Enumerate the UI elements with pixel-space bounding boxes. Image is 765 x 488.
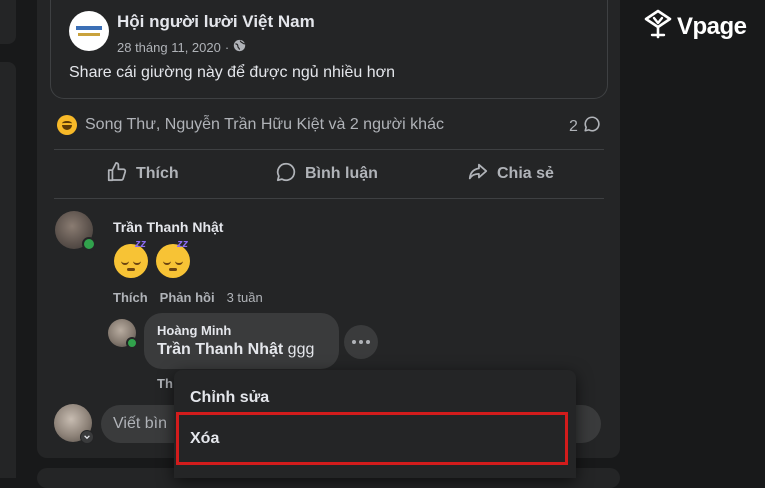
online-status-dot bbox=[82, 237, 96, 251]
sleepy-face-icon: zz bbox=[113, 238, 151, 278]
sleepy-face-icon: zz bbox=[155, 238, 193, 278]
edit-menu-item[interactable]: Chỉnh sửa bbox=[190, 389, 269, 407]
more-options-button[interactable] bbox=[344, 325, 378, 359]
shared-post-text: Share cái giường này để được ngủ nhiều h… bbox=[69, 64, 395, 81]
highlight-box bbox=[176, 412, 568, 465]
post-meta: 28 tháng 11, 2020 · bbox=[117, 39, 246, 55]
thumbs-up-icon bbox=[106, 161, 128, 188]
mention-link[interactable]: Trần Thanh Nhật bbox=[157, 341, 283, 358]
vpage-logo-icon bbox=[644, 9, 672, 44]
reply-actions-partial[interactable]: Th bbox=[157, 376, 173, 391]
comment-count-value: 2 bbox=[569, 117, 578, 135]
like-label: Thích bbox=[136, 165, 179, 182]
globe-icon bbox=[233, 39, 246, 55]
reactions-names[interactable]: Song Thư, Nguyễn Trần Hữu Kiệt và 2 ngườ… bbox=[85, 116, 444, 134]
divider bbox=[54, 149, 604, 150]
like-button[interactable]: Thích bbox=[106, 156, 179, 192]
online-status-dot bbox=[126, 337, 138, 349]
comment-actions: Thích Phản hồi 3 tuần bbox=[113, 290, 263, 305]
reply-text-body: ggg bbox=[283, 341, 315, 358]
reactions-summary[interactable]: Song Thư, Nguyễn Trần Hữu Kiệt và 2 ngườ… bbox=[57, 115, 444, 135]
share-arrow-icon bbox=[467, 161, 489, 188]
left-panel bbox=[0, 62, 16, 478]
comment-author[interactable]: Trần Thanh Nhật bbox=[113, 219, 223, 235]
comment-icon bbox=[275, 161, 297, 188]
meta-separator: · bbox=[224, 39, 230, 55]
comment-emoji-content: zz zz bbox=[113, 238, 193, 278]
comment-bubble-icon bbox=[583, 115, 601, 138]
page-name[interactable]: Hội người lười Việt Nam bbox=[117, 12, 315, 32]
comment-button[interactable]: Bình luận bbox=[275, 156, 378, 192]
comment-reply-link[interactable]: Phản hồi bbox=[160, 290, 215, 305]
share-button[interactable]: Chia sẻ bbox=[467, 156, 554, 192]
post-date[interactable]: 28 tháng 11, 2020 bbox=[117, 40, 221, 55]
page-avatar[interactable] bbox=[69, 11, 109, 51]
comment-time[interactable]: 3 tuần bbox=[227, 290, 263, 305]
vpage-logo: Vpage bbox=[644, 9, 747, 44]
chevron-down-icon[interactable] bbox=[80, 430, 94, 444]
left-panel-top bbox=[0, 0, 16, 44]
divider bbox=[54, 198, 604, 199]
haha-reaction-icon bbox=[57, 115, 77, 135]
comment-like-link[interactable]: Thích bbox=[113, 290, 148, 305]
comment-input[interactable] bbox=[113, 405, 173, 443]
share-label: Chia sẻ bbox=[497, 165, 554, 182]
comment-count[interactable]: 2 bbox=[569, 115, 601, 138]
reply-text: Trần Thanh Nhật ggg bbox=[157, 341, 314, 359]
reply-author[interactable]: Hoàng Minh bbox=[157, 323, 231, 338]
comment-label: Bình luận bbox=[305, 165, 378, 182]
vpage-logo-text: Vpage bbox=[677, 12, 747, 40]
